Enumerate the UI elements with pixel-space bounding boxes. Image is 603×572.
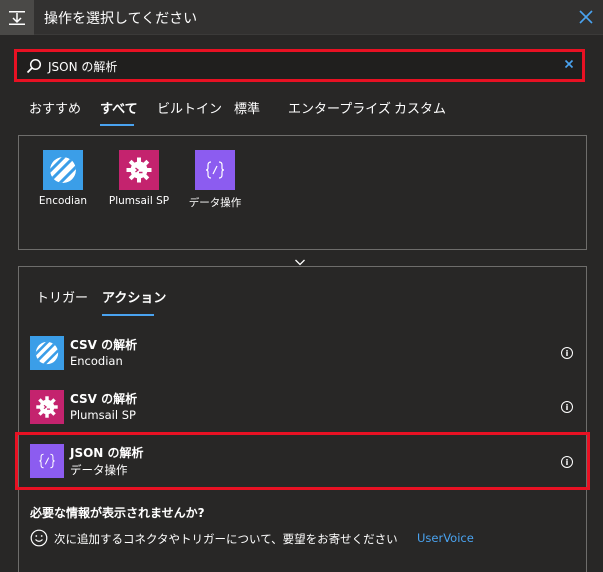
stripes-icon: [30, 336, 64, 370]
subtab-triggers[interactable]: トリガー: [36, 287, 88, 306]
uservoice-link[interactable]: UserVoice: [417, 531, 474, 545]
action-item-json-parse[interactable]: JSON の解析 データ操作 i: [26, 441, 582, 483]
search-input[interactable]: JSON の解析: [14, 49, 585, 82]
stripes-icon: [43, 150, 83, 190]
search-value: JSON の解析: [48, 60, 118, 74]
action-subtitle: Plumsail SP: [70, 408, 136, 422]
action-title: JSON の解析: [70, 446, 144, 460]
tab-enterprise[interactable]: エンタープライズ: [288, 98, 391, 117]
action-subtitle: データ操作: [70, 463, 128, 477]
feedback-request-text: 次に追加するコネクタやトリガーについて、要望をお寄せください: [54, 532, 398, 546]
curly-braces-icon: [30, 444, 64, 478]
close-icon: [579, 10, 593, 24]
action-item-csv-plumsail[interactable]: CSV の解析 Plumsail SP i: [26, 387, 582, 429]
connector-encodian[interactable]: Encodian: [23, 150, 103, 207]
connector-label: Plumsail SP: [108, 195, 170, 207]
tab-builtin[interactable]: ビルトイン: [157, 98, 222, 117]
search-icon: [26, 58, 42, 74]
dialog-title: 操作を選択してください: [44, 11, 198, 27]
tab-custom[interactable]: カスタム: [394, 98, 446, 117]
action-insert-icon: [0, 0, 34, 35]
connector-plumsail-sp[interactable]: Plumsail SP: [99, 150, 179, 207]
tab-recommended[interactable]: おすすめ: [29, 98, 81, 117]
action-title: CSV の解析: [70, 392, 138, 406]
info-icon[interactable]: i: [561, 456, 573, 468]
clear-icon: [564, 59, 574, 69]
tab-all[interactable]: すべて: [100, 98, 138, 117]
connector-label: データ操作: [188, 197, 242, 209]
clear-search-button[interactable]: [564, 58, 574, 72]
connector-data-operations[interactable]: データ操作: [175, 150, 255, 210]
close-button[interactable]: [576, 7, 596, 27]
missing-info-title: 必要な情報が表示されませんか?: [30, 506, 205, 520]
tab-standard[interactable]: 標準: [234, 98, 260, 117]
selected-subtab-indicator: [102, 314, 154, 316]
dialog-header: 操作を選択してください: [0, 0, 603, 35]
action-subtitle: Encodian: [70, 354, 123, 368]
gear-icon: [119, 150, 159, 190]
action-title: CSV の解析: [70, 338, 138, 352]
selected-tab-indicator: [100, 124, 134, 126]
info-icon[interactable]: i: [561, 401, 573, 413]
connector-label: Encodian: [38, 195, 88, 207]
curly-braces-icon: [195, 150, 235, 190]
info-icon[interactable]: i: [561, 347, 573, 359]
subtab-actions[interactable]: アクション: [102, 287, 166, 306]
gear-icon: [30, 390, 64, 424]
smiley-icon: [30, 529, 48, 551]
action-item-csv-encodian[interactable]: CSV の解析 Encodian i: [26, 333, 582, 375]
